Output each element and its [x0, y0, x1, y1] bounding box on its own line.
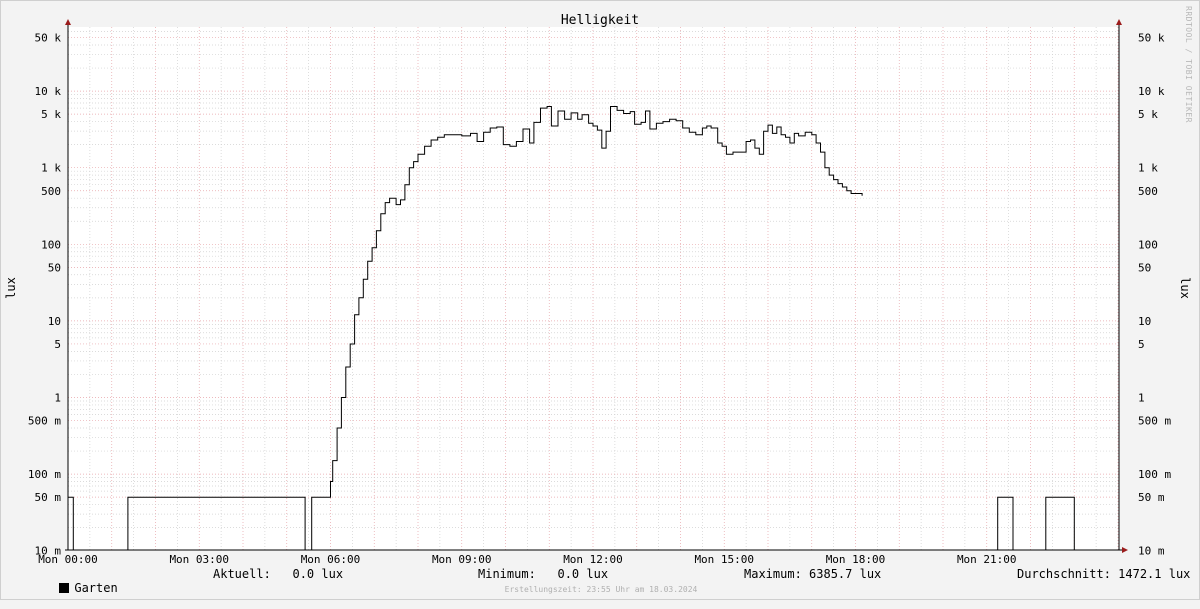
chart-frame: Helligkeit 50 k 50 k 10 k 10 k 5 k 5 k 1 k 1 k 5… [0, 0, 1200, 600]
y-axis-label-right: lux [1178, 277, 1192, 299]
durchschnitt-label: Durchschnitt: [1017, 567, 1111, 581]
maximum-value: 6385.7 lux [809, 567, 882, 581]
x-tick-labels: Mon 00:00 Mon 03:00 Mon 06:00 Mon 09:00 Mon … [38, 553, 1016, 566]
y-tick-label-left: 500 [41, 185, 61, 198]
x-tick-label: Mon 06:00 [301, 553, 361, 566]
legend: Garten Aktuell: 0.0 lux Minimum: 0.0 lux… [16, 567, 1190, 595]
legend-aktuell: Aktuell: 0.0 lux [213, 567, 343, 581]
y-tick-label-left: 1 [54, 392, 61, 405]
x-tick-label: Mon 15:00 [694, 553, 754, 566]
y-tick-label-left: 100 m [28, 468, 61, 481]
durchschnitt-value: 1472.1 lux [1118, 567, 1191, 581]
y-tick-label-right: 500 m [1138, 415, 1171, 428]
y-tick-label-right: 10 [1138, 315, 1151, 328]
y-axis-arrow-left [65, 19, 71, 25]
x-tick-label: Mon 21:00 [957, 553, 1017, 566]
y-tick-label-right: 500 [1138, 185, 1158, 198]
y-tick-label-right: 1 k [1138, 162, 1158, 175]
x-tick-label: Mon 03:00 [169, 553, 229, 566]
y-tick-label-left: 50 k [35, 32, 62, 45]
maximum-label: Maximum: [744, 567, 802, 581]
y-tick-label-left: 5 [54, 338, 61, 351]
x-tick-label: Mon 18:00 [826, 553, 886, 566]
y-tick-label-left: 1 k [41, 162, 61, 175]
x-tick-label: Mon 12:00 [563, 553, 623, 566]
minimum-label: Minimum: [478, 567, 536, 581]
y-tick-label-left: 10 k [35, 85, 62, 98]
legend-maximum: Maximum: 6385.7 lux [744, 567, 881, 581]
y-tick-label-left: 50 [48, 261, 61, 274]
y-tick-label-right: 5 [1138, 338, 1145, 351]
y-tick-label-right: 50 m [1138, 491, 1165, 504]
legend-minimum: Minimum: 0.0 lux [478, 567, 608, 581]
y-tick-label-right: 10 m [1138, 545, 1165, 558]
y-tick-label-left: 50 m [35, 491, 62, 504]
aktuell-label: Aktuell: [213, 567, 271, 581]
y-tick-label-right: 5 k [1138, 108, 1158, 121]
brightness-chart: Helligkeit 50 k 50 k 10 k 10 k 5 k 5 k 1 k 1 k 5… [4, 13, 1192, 566]
y-tick-label-left: 500 m [28, 415, 61, 428]
y-axis-arrow-right [1116, 19, 1122, 25]
x-tick-label: Mon 00:00 [38, 553, 98, 566]
y-tick-label-left: 100 [41, 238, 61, 251]
minimum-value: 0.0 lux [557, 567, 609, 581]
y-tick-label-right: 100 m [1138, 468, 1171, 481]
y-tick-label-left: 10 [48, 315, 61, 328]
y-tick-label-right: 1 [1138, 392, 1145, 405]
x-axis-arrow [1122, 547, 1128, 553]
plot-area [68, 27, 1119, 550]
y-tick-label-right: 50 k [1138, 32, 1165, 45]
chart-title: Helligkeit [561, 13, 639, 28]
y-tick-label-right: 100 [1138, 238, 1158, 251]
y-tick-label-left: 5 k [41, 108, 61, 121]
aktuell-value: 0.0 lux [292, 567, 344, 581]
legend-durchschnitt: Durchschnitt: 1472.1 lux [1017, 567, 1190, 581]
rrdtool-credit: RRDTOOL / TOBI OETIKER [1184, 6, 1193, 123]
footer-timestamp: Erstellungszeit: 23:55 Uhr am 18.03.2024 [504, 585, 698, 594]
y-axis-label-left: lux [4, 277, 18, 299]
y-tick-label-right: 50 [1138, 261, 1151, 274]
x-tick-label: Mon 09:00 [432, 553, 492, 566]
y-tick-label-right: 10 k [1138, 85, 1165, 98]
